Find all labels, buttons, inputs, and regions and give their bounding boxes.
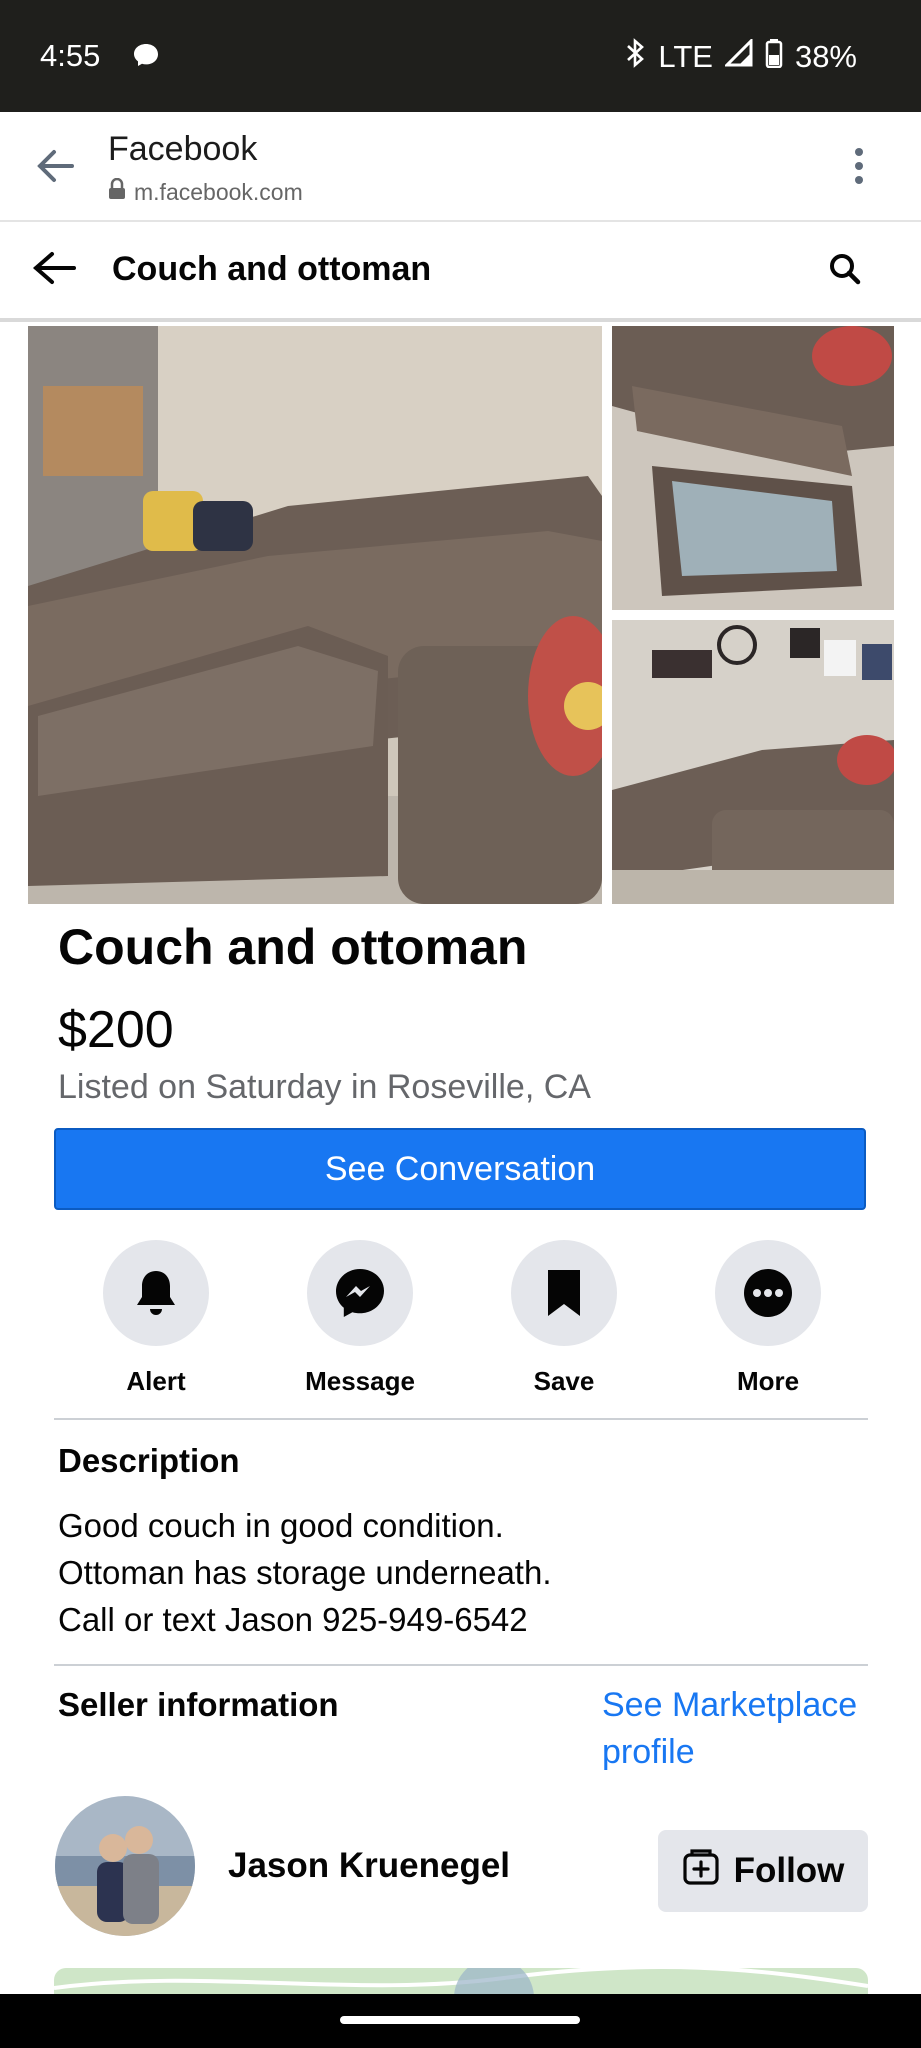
description-heading: Description	[58, 1442, 240, 1479]
listing-price: $200	[58, 1001, 174, 1059]
main-photo[interactable]	[28, 326, 602, 904]
browser-back-button[interactable]	[34, 148, 74, 189]
status-bar: 4:55 LTE 38%	[0, 0, 921, 112]
bell-icon	[103, 1240, 209, 1346]
status-right: LTE 38%	[624, 37, 857, 76]
avatar[interactable]	[55, 1796, 195, 1936]
follow-icon	[682, 1848, 720, 1895]
battery-percent: 38%	[794, 39, 857, 74]
location-map[interactable]	[54, 1968, 868, 1994]
alert-button[interactable]: Alert	[86, 1240, 226, 1397]
seller-name[interactable]: Jason Kruenegel	[228, 1846, 510, 1886]
bookmark-icon	[511, 1240, 617, 1346]
browser-toolbar: Facebook m.facebook.com	[0, 112, 921, 222]
follow-button[interactable]: Follow	[658, 1830, 868, 1912]
status-time: 4:55	[40, 38, 101, 73]
listing-title: Couch and ottoman	[58, 919, 528, 975]
see-conversation-button[interactable]: See Conversation	[54, 1128, 866, 1210]
description-text: Good couch in good condition. Ottoman ha…	[58, 1507, 552, 1638]
network-label: LTE	[658, 39, 713, 74]
home-gesture-handle[interactable]	[340, 2016, 580, 2024]
search-button[interactable]	[828, 252, 862, 291]
message-label: Message	[305, 1366, 415, 1396]
browser-page-title: Facebook	[108, 130, 258, 168]
seller-heading: Seller information	[58, 1686, 339, 1723]
marketplace-header: Couch and ottoman	[0, 222, 921, 322]
more-icon	[715, 1240, 821, 1346]
listing-location: Listed on Saturday in Roseville, CA	[58, 1068, 591, 1106]
signal-icon	[723, 37, 753, 75]
save-button[interactable]: Save	[494, 1240, 634, 1397]
browser-url[interactable]: m.facebook.com	[108, 177, 303, 206]
alert-label: Alert	[126, 1366, 186, 1396]
follow-label: Follow	[733, 1851, 845, 1890]
divider	[54, 1418, 868, 1420]
browser-menu-button[interactable]	[852, 146, 866, 191]
more-label: More	[736, 1366, 800, 1396]
divider	[54, 1664, 868, 1666]
marketplace-profile-link[interactable]: See Marketplace profile	[602, 1682, 882, 1776]
message-button[interactable]: Message	[290, 1240, 430, 1397]
chat-notification-icon	[132, 42, 160, 73]
battery-icon	[765, 38, 783, 76]
photo-room[interactable]	[612, 620, 894, 904]
save-label: Save	[533, 1366, 595, 1396]
lock-icon	[108, 177, 126, 206]
url-text: m.facebook.com	[134, 178, 303, 205]
photo-storage[interactable]	[612, 326, 894, 610]
bluetooth-icon	[624, 38, 646, 76]
header-title: Couch and ottoman	[112, 250, 432, 288]
back-button[interactable]	[32, 250, 76, 291]
messenger-icon	[307, 1240, 413, 1346]
more-button[interactable]: More	[698, 1240, 838, 1397]
